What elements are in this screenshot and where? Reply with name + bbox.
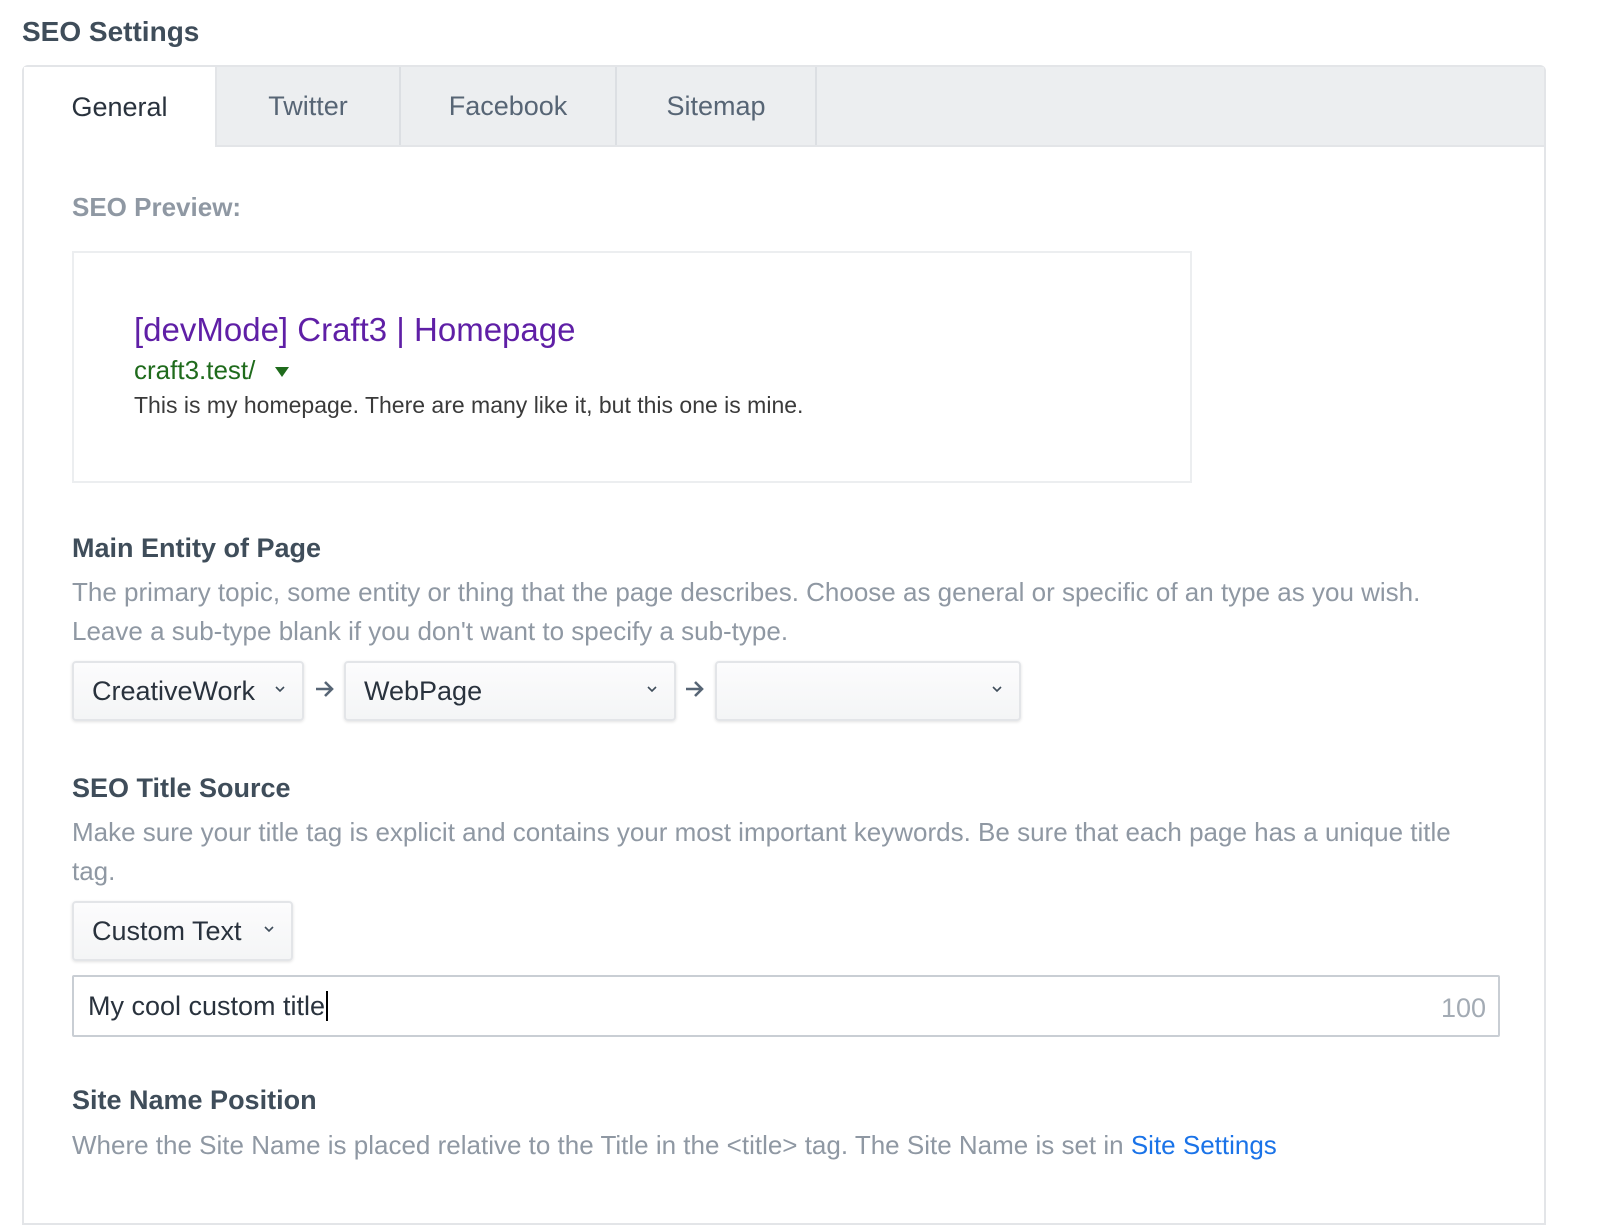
text-cursor: [326, 991, 329, 1021]
title-source-value: Custom Text: [92, 915, 242, 946]
site-name-position-instructions: Where the Site Name is placed relative t…: [72, 1126, 1492, 1165]
tab-facebook[interactable]: Facebook: [401, 67, 617, 145]
tab-bar: General Twitter Facebook Sitemap: [24, 67, 1544, 147]
char-count: 100: [1440, 993, 1486, 1023]
entity-subsubtype-select[interactable]: [715, 661, 1021, 721]
title-source-select[interactable]: Custom Text: [72, 901, 293, 961]
title-source-instructions: Make sure your title tag is explicit and…: [72, 817, 1451, 886]
triangle-down-icon: [275, 366, 290, 377]
entity-type-select[interactable]: CreativeWork: [72, 661, 304, 721]
site-name-position-heading: Site Name Position: [72, 1085, 317, 1115]
entity-subtype-value: WebPage: [364, 675, 483, 706]
main-entity-instructions: The primary topic, some entity or thing …: [72, 577, 1421, 646]
main-entity-heading: Main Entity of Page: [72, 533, 322, 563]
page-title: SEO Settings: [22, 16, 200, 47]
preview-url: craft3.test/: [134, 355, 256, 385]
custom-title-value: My cool custom title: [88, 990, 326, 1021]
chevron-down-icon: [275, 686, 285, 693]
arrow-right-icon: [686, 681, 704, 697]
chevron-down-icon: [647, 686, 657, 693]
custom-title-input[interactable]: My cool custom title 100: [72, 975, 1500, 1037]
settings-panel: General Twitter Facebook Sitemap SEO Pre…: [22, 65, 1546, 1225]
preview-description: This is my homepage. There are many like…: [134, 392, 804, 418]
entity-type-value: CreativeWork: [92, 675, 256, 706]
seo-preview-label: SEO Preview:: [72, 192, 242, 222]
site-settings-link[interactable]: Site Settings: [1131, 1130, 1277, 1160]
chevron-down-icon: [264, 926, 274, 933]
tab-general[interactable]: General: [24, 67, 217, 147]
tab-sitemap[interactable]: Sitemap: [617, 67, 817, 145]
tab-twitter[interactable]: Twitter: [217, 67, 401, 145]
entity-subtype-select[interactable]: WebPage: [344, 661, 676, 721]
seo-preview-box: [devMode] Craft3 | Homepage craft3.test/…: [72, 251, 1192, 483]
preview-url-row: craft3.test/: [134, 355, 290, 386]
preview-title: [devMode] Craft3 | Homepage: [134, 311, 576, 348]
arrow-right-icon: [316, 681, 334, 697]
chevron-down-icon: [992, 686, 1002, 693]
title-source-heading: SEO Title Source: [72, 773, 291, 803]
site-name-position-text: Where the Site Name is placed relative t…: [72, 1130, 1131, 1160]
